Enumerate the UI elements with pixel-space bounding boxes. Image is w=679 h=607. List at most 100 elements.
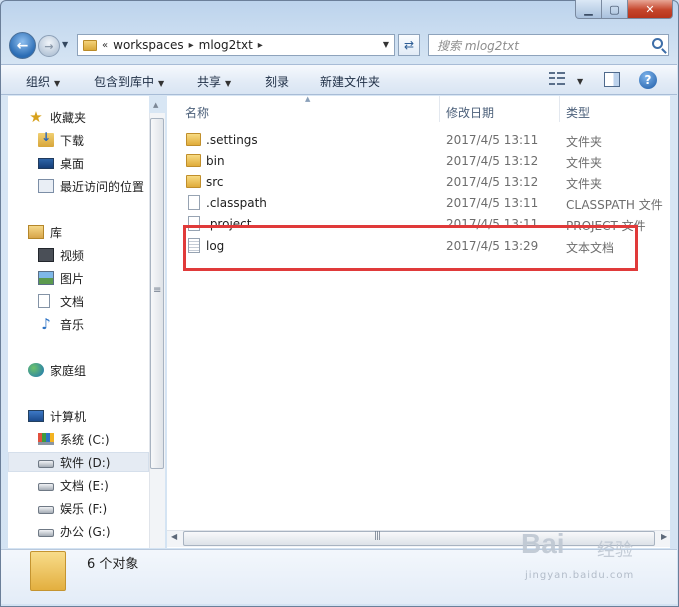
search-input[interactable]: 搜索 mlog2txt bbox=[428, 34, 669, 56]
library-icon bbox=[28, 225, 44, 239]
share-button[interactable]: 共享 ▼ bbox=[197, 73, 231, 90]
video-icon bbox=[38, 248, 54, 262]
nav-videos-label: 视频 bbox=[60, 248, 85, 263]
nav-libraries[interactable]: 库 bbox=[28, 222, 149, 242]
nav-scrollbar-thumb[interactable] bbox=[150, 118, 164, 469]
scroll-left-arrow-icon[interactable]: ◀ bbox=[171, 532, 177, 541]
search-icon[interactable] bbox=[652, 38, 663, 49]
nav-pictures-label: 图片 bbox=[60, 271, 85, 286]
folder-icon bbox=[83, 39, 97, 51]
maximize-button[interactable]: ▢ bbox=[602, 0, 628, 19]
file-type: 文件夹 bbox=[566, 156, 603, 170]
column-header-date[interactable]: 修改日期 bbox=[446, 104, 494, 121]
nav-drive-c[interactable]: 系统 (C:) bbox=[38, 429, 149, 449]
nav-computer[interactable]: 计算机 bbox=[28, 406, 149, 426]
nav-music-label: 音乐 bbox=[60, 317, 85, 332]
address-bar[interactable]: « workspaces ▸ mlog2txt ▸ ▼ bbox=[77, 34, 395, 56]
column-header-name[interactable]: 名称 bbox=[185, 104, 209, 121]
chevron-down-icon: ▼ bbox=[158, 79, 165, 88]
nav-drive-c-label: 系统 (C:) bbox=[60, 432, 110, 447]
nav-drive-g[interactable]: 办公 (G:) bbox=[38, 521, 149, 541]
picture-icon bbox=[38, 271, 54, 285]
homegroup-icon bbox=[28, 363, 44, 377]
burn-button[interactable]: 刻录 bbox=[265, 73, 289, 90]
watermark-brand: Bai bbox=[521, 528, 565, 559]
refresh-arrows-icon: ⇄ bbox=[403, 38, 415, 52]
nav-drive-f[interactable]: 娱乐 (F:) bbox=[38, 498, 149, 518]
file-row[interactable]: .classpath 2017/4/5 13:11 CLASSPATH 文件 bbox=[167, 193, 670, 214]
nav-favorites[interactable]: ★ 收藏夹 bbox=[28, 107, 149, 127]
baidu-watermark-logo: Bai 经验 jingyan.baidu.com bbox=[521, 528, 671, 592]
file-name: bin bbox=[206, 154, 225, 168]
views-dropdown-icon[interactable]: ▼ bbox=[573, 73, 583, 87]
file-date: 2017/4/5 13:11 bbox=[446, 196, 539, 210]
breadcrumb-workspaces[interactable]: workspaces bbox=[113, 38, 184, 52]
preview-pane-icon[interactable] bbox=[604, 72, 620, 87]
share-label: 共享 bbox=[197, 75, 222, 89]
forward-button[interactable]: → bbox=[38, 35, 60, 57]
command-bar: 组织 ▼ 包含到库中 ▼ 共享 ▼ 刻录 新建文件夹 ▼ ? bbox=[1, 64, 677, 95]
address-dropdown-icon[interactable]: ▼ bbox=[383, 40, 389, 49]
drive-icon bbox=[38, 529, 54, 537]
file-icon bbox=[188, 195, 200, 210]
nav-libraries-label: 库 bbox=[50, 225, 63, 240]
file-type: CLASSPATH 文件 bbox=[566, 198, 663, 212]
folder-icon bbox=[186, 133, 201, 146]
file-date: 2017/4/5 13:12 bbox=[446, 154, 539, 168]
back-button[interactable]: ← bbox=[9, 32, 36, 59]
drive-icon bbox=[38, 483, 54, 491]
folder-icon bbox=[30, 551, 66, 591]
nav-computer-label: 计算机 bbox=[50, 409, 87, 424]
close-button[interactable]: ✕ bbox=[628, 0, 673, 19]
nav-homegroup[interactable]: 家庭组 bbox=[28, 360, 149, 380]
help-icon[interactable]: ? bbox=[639, 71, 657, 89]
nav-documents[interactable]: 文档 bbox=[38, 291, 149, 311]
chevron-right-icon[interactable]: ▸ bbox=[258, 40, 263, 51]
overflow-chevron[interactable]: « bbox=[102, 40, 108, 51]
nav-music[interactable]: ♪ 音乐 bbox=[38, 314, 149, 334]
chevron-right-icon[interactable]: ▸ bbox=[189, 40, 194, 51]
column-divider[interactable] bbox=[439, 96, 440, 122]
caption-buttons: ▁ ▢ ✕ bbox=[575, 0, 673, 19]
file-date: 2017/4/5 13:11 bbox=[446, 133, 539, 147]
drive-icon bbox=[38, 460, 54, 468]
file-type: 文件夹 bbox=[566, 177, 603, 191]
nav-desktop-label: 桌面 bbox=[60, 156, 85, 171]
file-date: 2017/4/5 13:12 bbox=[446, 175, 539, 189]
nav-drive-e[interactable]: 文档 (E:) bbox=[38, 475, 149, 495]
nav-desktop[interactable]: 桌面 bbox=[38, 153, 149, 173]
nav-pictures[interactable]: 图片 bbox=[38, 268, 149, 288]
file-name: .settings bbox=[206, 133, 258, 147]
arrow-right-icon: → bbox=[44, 39, 54, 53]
organize-button[interactable]: 组织 ▼ bbox=[26, 73, 60, 90]
nav-recent-label: 最近访问的位置 bbox=[60, 179, 145, 194]
nav-drive-f-label: 娱乐 (F:) bbox=[60, 501, 108, 516]
recent-pages-dropdown[interactable]: ▼ bbox=[62, 40, 68, 49]
file-row[interactable]: src 2017/4/5 13:12 文件夹 bbox=[167, 172, 670, 193]
breadcrumb-mlog2txt[interactable]: mlog2txt bbox=[199, 38, 253, 52]
computer-icon bbox=[28, 410, 44, 422]
column-header-type[interactable]: 类型 bbox=[566, 104, 590, 121]
nav-recent[interactable]: 最近访问的位置 bbox=[38, 176, 149, 196]
chevron-down-icon: ▼ bbox=[225, 79, 232, 88]
file-row[interactable]: .settings 2017/4/5 13:11 文件夹 bbox=[167, 130, 670, 151]
nav-videos[interactable]: 视频 bbox=[38, 245, 149, 265]
minimize-button[interactable]: ▁ bbox=[575, 0, 602, 19]
nav-drive-d[interactable]: 软件 (D:) bbox=[8, 452, 149, 472]
nav-drive-e-label: 文档 (E:) bbox=[60, 478, 109, 493]
organize-label: 组织 bbox=[26, 75, 51, 89]
refresh-button[interactable]: ⇄ bbox=[398, 34, 420, 56]
include-in-library-button[interactable]: 包含到库中 ▼ bbox=[94, 73, 164, 90]
views-icon[interactable] bbox=[549, 72, 565, 86]
folder-icon bbox=[186, 175, 201, 188]
watermark-url: jingyan.baidu.com bbox=[525, 570, 635, 581]
scroll-up-arrow-icon[interactable]: ▲ bbox=[153, 101, 158, 109]
drive-icon bbox=[38, 506, 54, 514]
file-row[interactable]: bin 2017/4/5 13:12 文件夹 bbox=[167, 151, 670, 172]
item-count: 6 个对象 bbox=[87, 557, 139, 572]
new-folder-button[interactable]: 新建文件夹 bbox=[320, 73, 380, 90]
highlight-annotation-box bbox=[183, 225, 638, 271]
file-name: src bbox=[206, 175, 224, 189]
nav-downloads[interactable]: 下载 bbox=[38, 130, 149, 150]
column-divider[interactable] bbox=[559, 96, 560, 122]
